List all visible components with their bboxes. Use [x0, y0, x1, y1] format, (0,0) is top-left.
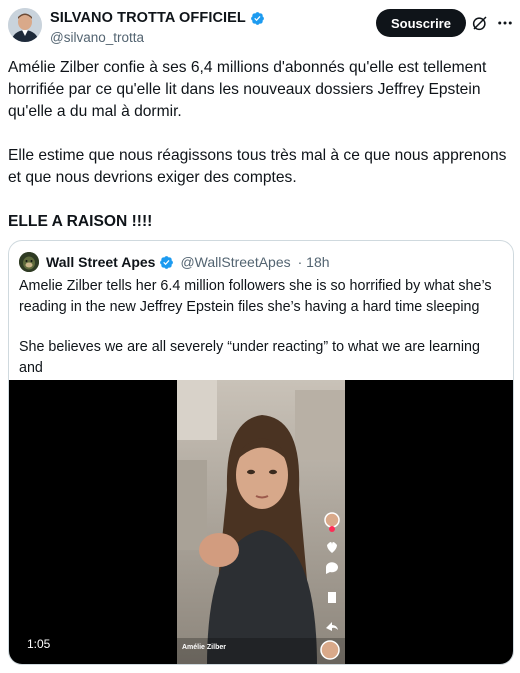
quoted-tweet[interactable]: Wall Street Apes @WallStreetApes · 18h A…: [8, 240, 514, 665]
author-handle[interactable]: @silvano_trotta: [50, 30, 144, 45]
quoted-time[interactable]: · 18h: [298, 254, 330, 270]
more-icon[interactable]: [496, 14, 514, 32]
author-display-name[interactable]: SILVANO TROTTA OFFICIEL: [50, 10, 246, 26]
video-overlay-user: Amélie Zilber: [182, 644, 226, 651]
tweet-header: SILVANO TROTTA OFFICIEL @silvano_trotta …: [0, 0, 520, 56]
quoted-avatar[interactable]: [19, 252, 39, 272]
tweet-paragraph: Amélie Zilber confie à ses 6,4 millions …: [8, 59, 487, 120]
subscribe-button[interactable]: Souscrire: [376, 9, 466, 37]
quoted-display-name[interactable]: Wall Street Apes: [46, 254, 155, 270]
grok-icon[interactable]: [471, 14, 489, 32]
author-name-row: SILVANO TROTTA OFFICIEL: [50, 10, 265, 26]
tweet-text: Amélie Zilber confie à ses 6,4 millions …: [8, 57, 513, 233]
video-thumbnail: Amélie Zilber: [177, 380, 345, 664]
video-duration: 1:05: [27, 637, 51, 651]
quoted-paragraph: Amelie Zilber tells her 6.4 million foll…: [19, 278, 492, 315]
tweet-paragraph: Elle estime que nous réagissons tous trè…: [8, 147, 507, 186]
bookmark-icon: [328, 592, 336, 603]
video-player[interactable]: Amélie Zilber 1:05: [9, 380, 513, 664]
quoted-handle[interactable]: @WallStreetApes: [180, 254, 290, 270]
verified-badge-icon: [160, 255, 174, 269]
tweet-paragraph: ELLE A RAISON !!!!: [8, 213, 153, 230]
quoted-header: Wall Street Apes @WallStreetApes · 18h: [19, 252, 330, 272]
verified-badge-icon: [250, 11, 264, 25]
author-avatar[interactable]: [8, 8, 42, 42]
